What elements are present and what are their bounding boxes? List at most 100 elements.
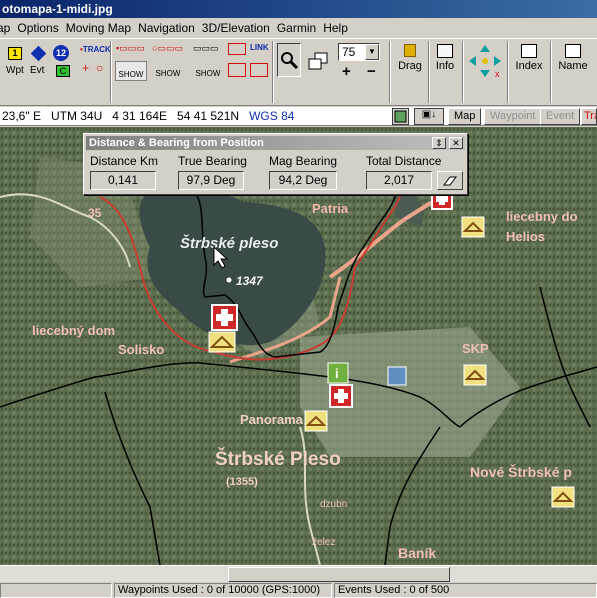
window-stack-icon xyxy=(308,52,328,70)
status-bar: Waypoints Used : 0 of 10000 (GPS:1000) E… xyxy=(0,582,597,598)
horizontal-scrollbar[interactable] xyxy=(0,565,597,582)
route-c-button[interactable]: C xyxy=(52,61,74,81)
route-line-icon[interactable]: ▭▭▭ xyxy=(193,43,221,55)
mag-bearing-value: 94,2 Deg xyxy=(269,171,337,190)
summit-marker xyxy=(226,277,232,283)
scrollbar-thumb[interactable] xyxy=(228,567,450,582)
event-diamond-icon xyxy=(30,45,46,61)
menu-3d-elevation[interactable]: 3D/Elevation xyxy=(202,18,277,38)
map-image-button[interactable] xyxy=(392,108,409,125)
menu-garmin[interactable]: Garmin xyxy=(277,18,323,38)
event-add-button[interactable] xyxy=(27,43,49,63)
zoom-tool-button[interactable] xyxy=(277,43,301,77)
reset-distance-button[interactable] xyxy=(437,171,463,190)
toolbar-separator xyxy=(110,41,112,103)
elevation-label: 1347 xyxy=(236,274,264,288)
ruler-icon[interactable] xyxy=(250,63,268,77)
northing-text: 54 41 521N xyxy=(177,109,240,123)
svg-text:x: x xyxy=(495,69,500,79)
dialog-close-button[interactable]: ✕ xyxy=(449,137,463,149)
patria-label: Patria xyxy=(312,201,349,216)
hospital-icon-2 xyxy=(329,384,353,408)
magnifier-icon xyxy=(281,52,298,69)
route-number-icon: 12 xyxy=(53,45,69,61)
toolbar-separator xyxy=(428,41,430,103)
track-mode-button[interactable]: Tra xyxy=(581,108,597,125)
evt-label: Evt xyxy=(30,65,45,76)
true-bearing-value: 97,9 Deg xyxy=(178,171,244,190)
datum-text: WGS 84 xyxy=(249,109,295,123)
move-arrows-icon: x xyxy=(469,45,501,79)
name-button[interactable]: Name xyxy=(555,42,591,78)
menu-options[interactable]: Options xyxy=(17,18,65,38)
index-icon xyxy=(521,44,537,58)
drag-button[interactable]: Drag xyxy=(394,42,426,78)
mag-bearing-label: Mag Bearing xyxy=(269,154,338,168)
house-icon xyxy=(304,410,328,432)
wpt-label: Wpt xyxy=(6,65,24,76)
zoom-in-button[interactable]: + xyxy=(342,63,351,80)
save-button[interactable]: ▣↓ xyxy=(414,108,444,125)
map-mode-button[interactable]: Map xyxy=(448,108,482,125)
distance-label: Distance Km xyxy=(90,154,159,168)
route-button[interactable]: 12 xyxy=(50,43,72,63)
route-c-icon: C xyxy=(56,65,70,77)
total-distance-value: 2,017 xyxy=(366,171,432,190)
wpt-line-icon[interactable]: ○▭▭▭ xyxy=(152,43,183,55)
window-title: otomapa-1-midi.jpg xyxy=(2,2,113,16)
index-button[interactable]: Index xyxy=(511,42,547,78)
toolbar-separator xyxy=(389,41,391,103)
house-icon xyxy=(463,364,487,386)
dzubn-label: dzubn xyxy=(320,499,347,510)
name-search-icon xyxy=(565,44,581,58)
dialog-resize-button[interactable]: ⇕ xyxy=(432,137,446,149)
pan-arrows-button[interactable]: x xyxy=(467,43,503,79)
track-line-icon[interactable]: ▪▭▭▭ xyxy=(116,43,146,55)
house-icon xyxy=(551,486,575,508)
menu-bar: ap Options Moving Map Navigation 3D/Elev… xyxy=(0,18,597,38)
zelez-label: želez xyxy=(312,537,335,548)
application-window: { "window": {"title": "otomapa-1-midi.jp… xyxy=(0,0,597,598)
info-icon xyxy=(437,44,453,58)
event-mode-button[interactable]: Event xyxy=(540,108,581,125)
measure-icon[interactable] xyxy=(228,63,246,77)
status-pane-empty xyxy=(0,583,112,598)
distance-bearing-dialog: Distance & Bearing from Position ⇕ ✕ Dis… xyxy=(83,133,468,195)
zoom-out-button[interactable]: − xyxy=(367,63,376,80)
menu-moving-map[interactable]: Moving Map xyxy=(66,18,138,38)
picture-icon xyxy=(394,110,407,123)
waypoint-add-button[interactable]: 1 xyxy=(4,43,26,63)
lake-label: Štrbské pleso xyxy=(180,234,278,252)
skp-label: SKP xyxy=(462,341,489,356)
road-35-label: 35 xyxy=(88,206,102,220)
chevron-down-icon[interactable]: ▼ xyxy=(365,44,379,60)
zoom-select[interactable]: 75 ▼ xyxy=(338,43,380,61)
track-point-icon[interactable]: ○ xyxy=(96,61,103,75)
overview-button[interactable] xyxy=(306,49,330,73)
scale-icon[interactable] xyxy=(228,43,246,55)
toolbar-separator xyxy=(507,41,509,103)
track-show-button[interactable]: SHOW xyxy=(115,61,147,81)
toolbar-separator xyxy=(550,41,552,103)
window-title-bar: otomapa-1-midi.jpg xyxy=(0,0,597,18)
info-point-icon: i xyxy=(327,362,349,384)
helios-label: Helios xyxy=(506,229,545,244)
track-add-icon[interactable]: + xyxy=(82,61,89,75)
true-bearing-label: True Bearing xyxy=(178,154,247,168)
link-button[interactable]: LINK xyxy=(250,43,269,52)
toolbar-separator xyxy=(462,41,464,103)
longitude-text: 23,6" E xyxy=(2,109,41,123)
route-show-button[interactable]: SHOW xyxy=(193,61,223,81)
menu-map[interactable]: ap xyxy=(0,18,17,38)
menu-help[interactable]: Help xyxy=(323,18,355,38)
waypoint-mode-button[interactable]: Waypoint xyxy=(484,108,542,125)
track-button[interactable]: •TRACK xyxy=(80,45,111,54)
house-icon xyxy=(461,216,485,238)
svg-text:i: i xyxy=(335,366,339,381)
info-button[interactable]: Info xyxy=(431,42,459,78)
lock-icon xyxy=(404,44,416,57)
easting-text: 4 31 164E xyxy=(112,109,168,123)
toolbar: 1 Wpt Evt 12 C •TRACK + ○ ▪▭▭▭ SHOW ○▭▭▭… xyxy=(0,38,597,106)
wpt-show-button[interactable]: SHOW xyxy=(152,61,184,81)
menu-navigation[interactable]: Navigation xyxy=(138,18,202,38)
